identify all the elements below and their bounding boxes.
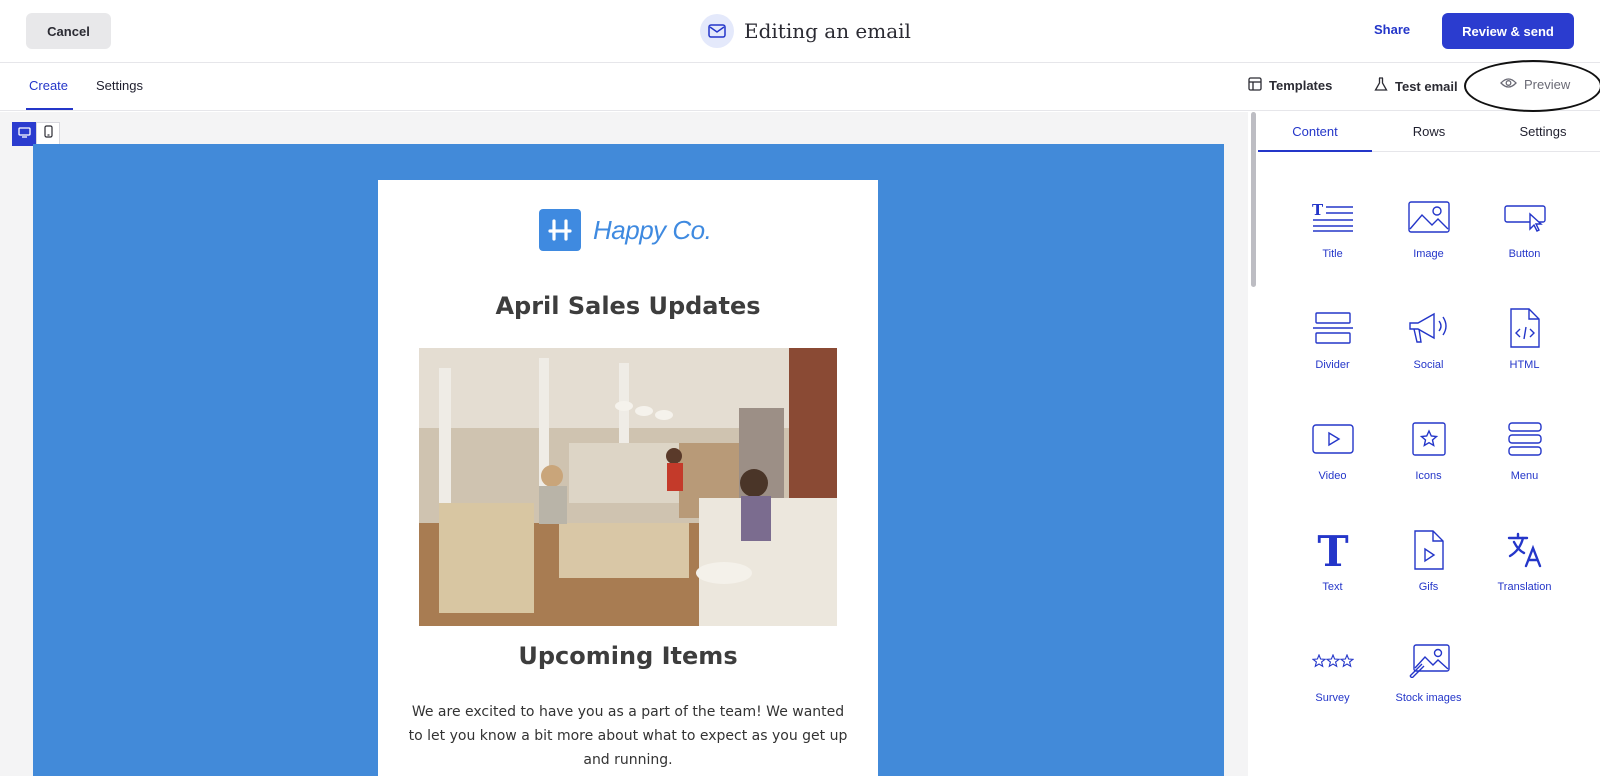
block-label: Image [1413, 248, 1444, 260]
svg-text:T: T [1317, 530, 1348, 570]
block-menu[interactable]: Menu [1472, 408, 1577, 498]
block-html[interactable]: HTML [1472, 297, 1577, 387]
title-icon: T [1310, 194, 1356, 240]
email-body-card[interactable]: Happy Co. April Sales Updates Upcoming I… [378, 180, 878, 780]
templates-label: Templates [1269, 78, 1333, 93]
tab-create[interactable]: Create [29, 78, 68, 93]
templates-button[interactable]: Templates [1248, 77, 1332, 94]
divider-icon [1310, 305, 1356, 351]
block-label: Divider [1315, 359, 1350, 371]
block-button[interactable]: Button [1472, 186, 1577, 276]
canvas-scrollbar-thumb[interactable] [1251, 112, 1256, 287]
block-label: HTML [1509, 359, 1540, 371]
text-icon: T [1310, 527, 1356, 573]
block-label: Social [1413, 359, 1444, 371]
block-label: Gifs [1418, 581, 1439, 593]
block-social[interactable]: Social [1376, 297, 1481, 387]
share-link[interactable]: Share [1374, 22, 1410, 37]
test-email-label: Test email [1395, 78, 1458, 94]
brand-logo[interactable]: Happy Co. [539, 209, 712, 251]
preview-highlight-circle [1464, 60, 1600, 112]
panel-tab-content[interactable]: Content [1258, 124, 1372, 139]
block-label: Video [1318, 470, 1347, 482]
desktop-view-button[interactable] [12, 122, 36, 146]
editor-toolbar: Create Settings Templates Test email Pre… [0, 63, 1600, 111]
device-toggle [12, 122, 60, 146]
panel-tab-rows[interactable]: Rows [1372, 124, 1486, 139]
block-text[interactable]: T Text [1280, 519, 1385, 609]
flask-icon [1374, 77, 1388, 95]
email-background[interactable]: Happy Co. April Sales Updates Upcoming I… [33, 144, 1224, 780]
review-and-send-button[interactable]: Review & send [1442, 13, 1574, 49]
envelope-icon [700, 14, 734, 48]
cancel-button[interactable]: Cancel [26, 13, 111, 49]
email-canvas: Happy Co. April Sales Updates Upcoming I… [0, 112, 1248, 780]
svg-text:T: T [1312, 202, 1324, 219]
translation-icon [1502, 527, 1548, 573]
stars-icon [1310, 638, 1356, 684]
block-label: Text [1322, 581, 1343, 593]
block-gifs[interactable]: Gifs [1376, 519, 1481, 609]
block-image[interactable]: Image [1376, 186, 1481, 276]
mobile-icon [43, 125, 53, 143]
block-icons[interactable]: Icons [1376, 408, 1481, 498]
gif-file-icon [1406, 527, 1452, 573]
block-stock-images[interactable]: Stock images [1376, 630, 1481, 720]
megaphone-icon [1406, 305, 1452, 351]
block-label: Button [1508, 248, 1541, 260]
stock-images-icon [1406, 638, 1452, 684]
brand-name: Happy Co. [593, 214, 712, 245]
block-label: Survey [1315, 692, 1350, 704]
content-panel: Content Rows Settings T Title Image Butt… [1258, 112, 1600, 776]
tab-settings[interactable]: Settings [96, 78, 143, 93]
office-photo[interactable] [419, 348, 837, 626]
menu-icon [1502, 416, 1548, 462]
image-icon [1406, 194, 1452, 240]
block-survey[interactable]: Survey [1280, 630, 1385, 720]
title-area: Editing an email [700, 13, 911, 49]
star-box-icon [1406, 416, 1452, 462]
desktop-icon [17, 125, 31, 143]
block-translation[interactable]: Translation [1472, 519, 1577, 609]
layout-icon [1248, 77, 1262, 94]
block-label: Title [1322, 248, 1343, 260]
block-label: Menu [1510, 470, 1539, 482]
email-title[interactable]: April Sales Updates [378, 292, 878, 320]
video-icon [1310, 416, 1356, 462]
mobile-view-button[interactable] [36, 122, 60, 146]
block-divider[interactable]: Divider [1280, 297, 1385, 387]
logo-mark-icon [539, 209, 581, 251]
block-label: Icons [1415, 470, 1442, 482]
panel-tab-settings[interactable]: Settings [1486, 124, 1600, 139]
page-title: Editing an email [744, 19, 911, 43]
top-bar: Cancel Editing an email Share Review & s… [0, 0, 1600, 63]
block-label: Translation [1497, 581, 1552, 593]
test-email-button[interactable]: Test email [1374, 77, 1458, 95]
email-body-text[interactable]: We are excited to have you as a part of … [406, 700, 850, 772]
panel-active-tab-indicator [1258, 150, 1372, 152]
block-video[interactable]: Video [1280, 408, 1385, 498]
block-label: Stock images [1395, 692, 1462, 704]
email-section-heading[interactable]: Upcoming Items [378, 642, 878, 670]
active-tab-indicator [26, 108, 73, 110]
button-icon [1502, 194, 1548, 240]
html-file-icon [1502, 305, 1548, 351]
block-title[interactable]: T Title [1280, 186, 1385, 276]
